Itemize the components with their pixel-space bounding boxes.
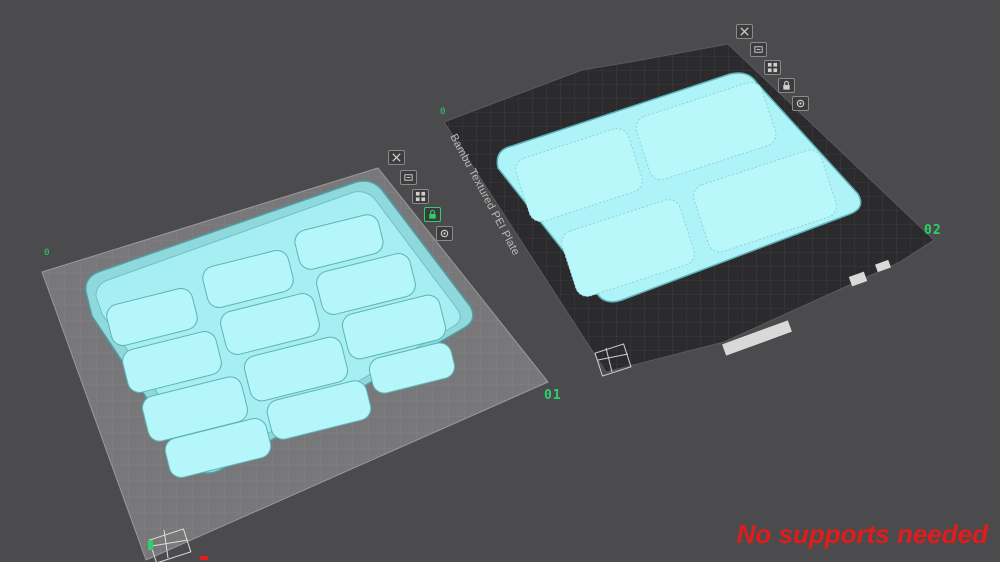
no-supports-caption: No supports needed: [736, 519, 988, 549]
plate-origin-marker: 0: [44, 248, 50, 258]
plate-label-01[interactable]: 01: [544, 388, 562, 403]
settings-icon[interactable]: [792, 96, 809, 111]
axis-x-marker: [200, 556, 208, 560]
close-icon[interactable]: [388, 150, 405, 165]
settings-icon[interactable]: [436, 226, 453, 241]
arrange-icon[interactable]: [412, 189, 429, 204]
3d-viewport[interactable]: [0, 0, 1000, 562]
axis-y-marker: [148, 540, 153, 550]
plate-label-02[interactable]: 02: [924, 223, 942, 238]
arrange-icon[interactable]: [764, 60, 781, 75]
auto-orient-icon[interactable]: [400, 170, 417, 185]
lock-icon[interactable]: [778, 78, 795, 93]
plate-origin-marker: 0: [440, 107, 446, 117]
auto-orient-icon[interactable]: [750, 42, 767, 57]
close-icon[interactable]: [736, 24, 753, 39]
lock-icon[interactable]: [424, 207, 441, 222]
